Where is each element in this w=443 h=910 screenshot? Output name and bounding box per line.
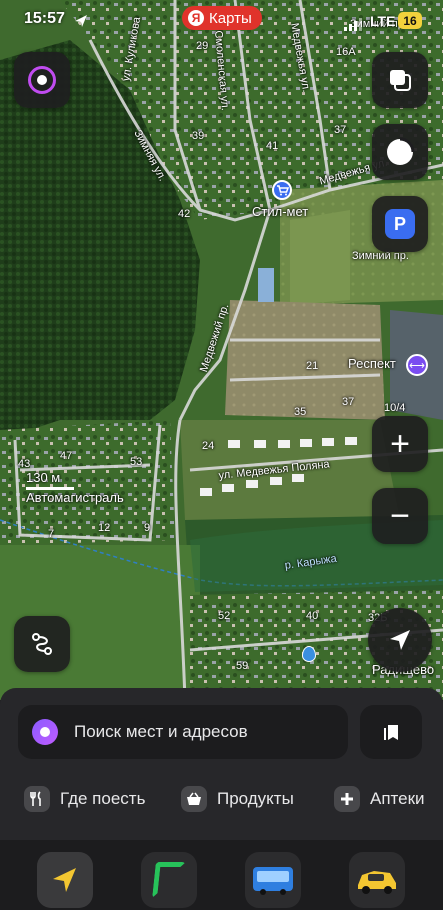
search-bar[interactable]: Поиск мест и адресов bbox=[18, 705, 348, 759]
category-pharmacies[interactable]: Аптеки bbox=[334, 784, 425, 814]
layers-icon bbox=[390, 70, 411, 91]
traffic-circle-icon bbox=[387, 137, 415, 165]
account-button[interactable] bbox=[14, 52, 70, 108]
battery-indicator: 16 bbox=[398, 12, 422, 29]
signal-icon bbox=[344, 18, 362, 31]
place-label[interactable]: Респект bbox=[348, 356, 396, 371]
navigator-app[interactable] bbox=[37, 852, 93, 908]
house-number: 37 bbox=[342, 396, 355, 408]
route-button[interactable] bbox=[14, 616, 70, 672]
house-number: 39 bbox=[192, 130, 205, 142]
traffic-button[interactable] bbox=[372, 124, 428, 180]
bookmarks-button[interactable] bbox=[360, 705, 422, 759]
my-location-button[interactable] bbox=[368, 608, 432, 672]
house-number: 47 bbox=[60, 450, 73, 462]
layers-button[interactable] bbox=[372, 52, 428, 108]
house-number: 9 bbox=[144, 522, 151, 534]
basket-icon bbox=[181, 786, 207, 812]
parking-app-icon bbox=[152, 862, 186, 898]
zoom-out-button[interactable]: − bbox=[372, 488, 428, 544]
parking-button[interactable]: P bbox=[372, 196, 428, 252]
route-icon bbox=[32, 633, 52, 655]
house-number: 12 bbox=[98, 522, 111, 534]
network-label: LTE bbox=[370, 13, 396, 29]
house-number: 10/4 bbox=[384, 402, 406, 414]
dumbbell-icon: ⟷ bbox=[409, 359, 425, 372]
bookmark-icon bbox=[384, 725, 398, 740]
yandex-maps-label: Карты bbox=[209, 9, 252, 27]
house-number: 24 bbox=[202, 440, 215, 452]
house-number: 21 bbox=[306, 360, 319, 372]
category-label: Где поесть bbox=[60, 789, 146, 808]
status-time: 15:57 bbox=[24, 10, 65, 27]
house-number: 29 bbox=[196, 40, 209, 52]
category-groceries[interactable]: Продукты bbox=[181, 784, 294, 814]
transport-app[interactable] bbox=[245, 852, 301, 908]
house-number: 35 bbox=[294, 406, 307, 418]
plus-icon bbox=[334, 786, 360, 812]
scale-label: 130 м bbox=[26, 470, 61, 485]
parking-icon: P bbox=[385, 209, 415, 239]
battery-level: 16 bbox=[403, 13, 417, 28]
place-label[interactable]: Автомагистраль bbox=[26, 490, 124, 505]
taxi-car-icon bbox=[358, 871, 396, 894]
fitness-marker[interactable]: ⟷ bbox=[406, 354, 428, 376]
house-number: 16А bbox=[336, 46, 356, 58]
house-number: 52 bbox=[218, 610, 231, 622]
alice-icon[interactable] bbox=[32, 719, 58, 745]
parking-app[interactable] bbox=[141, 852, 197, 908]
location-arrow-icon bbox=[390, 630, 410, 650]
app-dock bbox=[0, 840, 443, 910]
water-drop-icon bbox=[302, 646, 316, 662]
house-number: 40 bbox=[306, 610, 319, 622]
location-services-icon bbox=[75, 15, 87, 27]
bus-icon bbox=[253, 867, 293, 895]
search-placeholder: Поиск мест и адресов bbox=[74, 722, 248, 741]
house-number: 37 bbox=[334, 124, 347, 136]
parking-label: P bbox=[393, 213, 406, 234]
category-label: Аптеки bbox=[370, 789, 425, 808]
house-number: 59 bbox=[236, 660, 249, 672]
bottom-sheet[interactable]: Поиск мест и адресов Где поесть Продукты… bbox=[0, 688, 443, 840]
navigator-arrow-icon bbox=[53, 868, 76, 892]
house-number: 41 bbox=[266, 140, 279, 152]
house-number: 7 bbox=[48, 528, 55, 540]
poi-marker[interactable] bbox=[272, 180, 292, 200]
zoom-out-label: − bbox=[390, 496, 410, 535]
cart-icon bbox=[277, 185, 290, 196]
category-restaurants[interactable]: Где поесть bbox=[24, 784, 145, 814]
scale-bar: 130 м bbox=[26, 470, 74, 490]
house-number: 43 bbox=[18, 458, 31, 470]
taxi-app[interactable] bbox=[349, 852, 405, 908]
yandex-logo-icon: Я bbox=[188, 10, 204, 26]
place-label[interactable]: Стил-мет bbox=[252, 204, 308, 219]
account-icon bbox=[28, 66, 56, 94]
category-label: Продукты bbox=[217, 789, 294, 808]
zoom-in-label: + bbox=[390, 424, 410, 463]
house-number: 53 bbox=[130, 456, 143, 468]
zoom-in-button[interactable]: + bbox=[372, 416, 428, 472]
fork-knife-icon bbox=[24, 786, 50, 812]
yandex-maps-badge: Я Карты bbox=[182, 6, 262, 30]
house-number: 42 bbox=[178, 208, 191, 220]
